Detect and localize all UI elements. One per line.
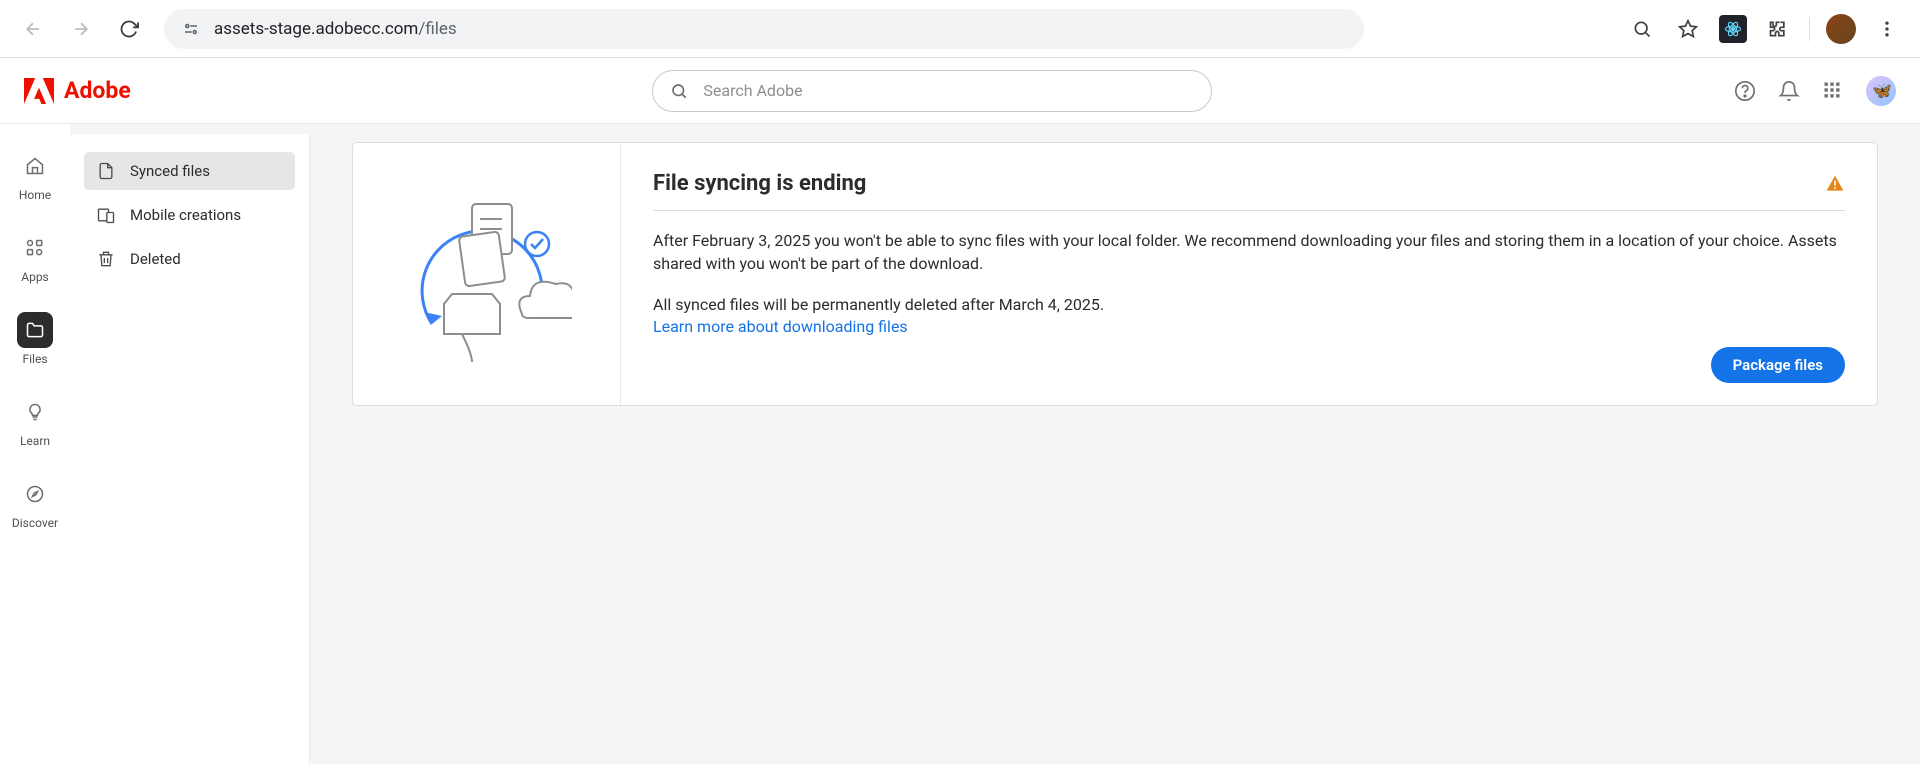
user-avatar[interactable] [1866,76,1896,106]
devices-icon [96,205,116,225]
folder-icon [25,320,45,340]
star-icon [1678,19,1698,39]
content-area: File syncing is ending After February 3,… [310,124,1920,764]
sidebar-item-deleted[interactable]: Deleted [84,240,295,278]
zoom-icon [1632,19,1652,39]
apps-icon [25,238,45,258]
arrow-left-icon [23,19,43,39]
main-layout: Home Apps Files Learn Discover Synced fi… [0,124,1920,764]
url-host: assets-stage.adobecc.com [214,19,418,39]
adobe-brand-text: Adobe [64,77,131,104]
address-bar[interactable]: assets-stage.adobecc.com/files [164,9,1364,49]
url-text: assets-stage.adobecc.com/files [214,19,457,39]
rail-label: Learn [20,434,50,448]
banner-paragraph-1: After February 3, 2025 you won't be able… [653,229,1845,275]
extensions-button[interactable] [1763,14,1793,44]
forward-button[interactable] [66,14,96,44]
browser-profile-avatar[interactable] [1826,14,1856,44]
document-icon [96,161,116,181]
notifications-icon[interactable] [1778,80,1800,102]
sidebar-item-mobile-creations[interactable]: Mobile creations [84,196,295,234]
sync-ending-banner: File syncing is ending After February 3,… [352,142,1878,406]
rail-item-files[interactable]: Files [17,312,53,366]
arrow-right-icon [71,19,91,39]
browser-menu-button[interactable] [1872,14,1902,44]
sidebar-list: Synced files Mobile creations Deleted [84,152,295,278]
files-sidebar: Synced files Mobile creations Deleted [70,134,310,764]
search-icon [670,82,688,100]
reload-button[interactable] [114,14,144,44]
search-input[interactable] [652,70,1212,112]
url-path: /files [418,19,456,39]
banner-paragraph-2: All synced files will be permanently del… [653,293,1845,316]
zoom-button[interactable] [1627,14,1657,44]
compass-icon [25,484,45,504]
warning-icon [1825,174,1845,194]
sidebar-item-label: Synced files [130,162,210,180]
nav-controls [18,14,144,44]
learn-more-link[interactable]: Learn more about downloading files [653,317,908,336]
sidebar-item-synced-files[interactable]: Synced files [84,152,295,190]
sidebar-item-label: Deleted [130,250,181,268]
banner-body: File syncing is ending After February 3,… [621,143,1877,405]
adobe-logo-icon [24,78,54,104]
home-icon [25,156,45,176]
help-icon[interactable] [1734,80,1756,102]
rail-item-learn[interactable]: Learn [17,394,53,448]
search-wrap [652,70,1212,112]
banner-paragraph-2-wrap: All synced files will be permanently del… [653,293,1845,335]
banner-illustration [353,143,621,405]
rail-label: Home [19,188,51,202]
app-header: Adobe [0,58,1920,124]
rail-label: Apps [21,270,49,284]
app-switcher-icon[interactable] [1822,80,1844,102]
browser-right-controls [1627,14,1902,44]
browser-toolbar: assets-stage.adobecc.com/files [0,0,1920,58]
react-devtools-icon[interactable] [1719,15,1747,43]
rail-label: Discover [12,516,58,530]
puzzle-icon [1768,19,1788,39]
banner-title-row: File syncing is ending [653,171,1845,211]
sync-illustration-icon [402,184,572,364]
rail-item-home[interactable]: Home [17,148,53,202]
back-button[interactable] [18,14,48,44]
bookmark-button[interactable] [1673,14,1703,44]
divider [1809,17,1810,41]
sidebar-item-label: Mobile creations [130,206,241,224]
trash-icon [96,249,116,269]
rail-item-apps[interactable]: Apps [17,230,53,284]
header-right [1734,76,1896,106]
rail-label: Files [22,352,47,366]
package-files-button[interactable]: Package files [1711,347,1845,383]
kebab-icon [1877,19,1897,39]
banner-actions: Package files [653,347,1845,383]
reload-icon [119,19,139,39]
rail-item-discover[interactable]: Discover [12,476,58,530]
left-rail: Home Apps Files Learn Discover [0,124,70,764]
lightbulb-icon [25,402,45,422]
banner-title: File syncing is ending [653,171,866,196]
adobe-logo-wrap[interactable]: Adobe [24,77,131,104]
tune-icon [182,20,200,38]
